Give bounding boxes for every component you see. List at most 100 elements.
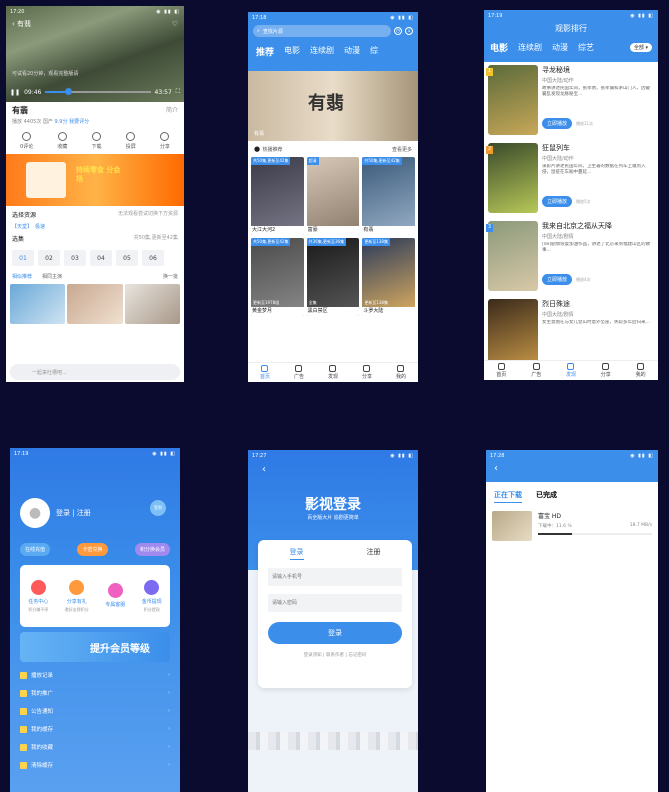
tab-downloading[interactable]: 正在下载 — [494, 490, 522, 503]
video-card[interactable]: 共36集,更新至36集 全集 黑白禁区 — [306, 238, 360, 316]
tab-same-cast[interactable]: 相同主演 — [42, 273, 62, 280]
rank-item[interactable]: 3 我来自北京之福从天降 中国大陆/剧情 [de]剧情恢复加油作品，讲述了北京来到福… — [484, 218, 658, 296]
video-card[interactable]: 超清 富豪 — [306, 157, 360, 235]
login-area[interactable]: ● 登录 | 注册 — [20, 498, 91, 528]
recharge-button[interactable]: 在线充值 — [20, 543, 51, 556]
nav-share[interactable]: 分享 — [362, 365, 372, 380]
video-card[interactable]: 共50集,更新至42集 大江大河2 — [251, 157, 304, 235]
share-gift[interactable]: 分享有礼 邀好友得积分 — [65, 579, 89, 613]
nav-ads[interactable]: 广告 — [531, 363, 541, 378]
episode-item[interactable]: 02 — [38, 250, 60, 266]
video-card[interactable]: 共50集,更新至42集 更新至1978组 黄金梦月 — [251, 238, 304, 316]
back-button[interactable]: ‹ — [262, 464, 266, 475]
video-player[interactable]: 17:20 ◉ ▮▮ ◧ ‹ 有翡 ♡ 可试看20分钟，观看完整版请 ❚❚ 09:… — [6, 6, 184, 102]
episode-item[interactable]: 06 — [142, 250, 164, 266]
heart-icon[interactable]: ♡ — [172, 20, 178, 28]
tab-series[interactable]: 连续剧 — [518, 42, 542, 53]
more-link[interactable]: 查看更多 — [392, 146, 412, 153]
nav-home[interactable]: 首页 — [260, 365, 270, 380]
recommend-poster[interactable] — [124, 284, 180, 324]
pause-icon[interactable]: ❚❚ — [10, 89, 20, 96]
download-item[interactable]: 富宝 HD 下载中：11.6 % 18.7 MB/s — [486, 507, 658, 545]
comment-input[interactable]: 一起来吐槽吧... — [10, 364, 180, 380]
episode-item[interactable]: 04 — [90, 250, 112, 266]
episode-item[interactable]: 05 — [116, 250, 138, 266]
play-button[interactable]: 立即播放 — [542, 274, 573, 285]
refresh-button[interactable]: 换一批 — [163, 273, 178, 280]
tab-variety[interactable]: 综 — [370, 45, 378, 58]
coin-withdraw[interactable]: 金币提现 积分提现 — [142, 579, 162, 613]
comment-button[interactable]: 0评论 — [20, 132, 33, 150]
play-button[interactable]: 立即播放 — [542, 118, 573, 129]
tab-movie[interactable]: 电影 — [284, 45, 300, 58]
download-button[interactable]: 下载 — [92, 132, 102, 150]
cache-icon — [20, 725, 27, 733]
tab-series[interactable]: 连续剧 — [310, 45, 334, 58]
vip-upgrade-banner[interactable]: 提升会员等级 — [20, 632, 170, 662]
login-register-link[interactable]: 登录 | 注册 — [56, 508, 91, 518]
sign-in-button[interactable]: 签到 — [150, 500, 166, 516]
tab-anime[interactable]: 动漫 — [552, 42, 568, 53]
tab-similar[interactable]: 相似推荐 — [12, 273, 32, 280]
login-button[interactable]: 登录 — [268, 622, 402, 644]
tab-login[interactable]: 登录 — [289, 547, 304, 560]
video-card[interactable]: 更新至138集 更新至138集 斗罗大陆 — [362, 238, 415, 316]
recommend-poster[interactable] — [67, 284, 123, 324]
nav-mine[interactable]: 我的 — [396, 365, 406, 380]
redeem-button[interactable]: 卡密兑换 — [77, 543, 108, 556]
cast-button[interactable]: 投屏 — [126, 132, 136, 150]
menu-notice[interactable]: 公告通知 › — [20, 702, 170, 720]
tab-anime[interactable]: 动漫 — [344, 45, 360, 58]
tab-recommend[interactable]: 推荐 — [256, 45, 274, 58]
menu-list: 播放记录 › 我的推广 › 公告通知 › 我的缓存 › 我的收藏 › 清除缓存 › — [20, 666, 170, 774]
intro-link[interactable]: 简介 — [166, 105, 178, 116]
task-center[interactable]: 任务中心 积分赚不停 — [28, 579, 48, 613]
nav-ads[interactable]: 广告 — [294, 365, 304, 380]
nav-share[interactable]: 分享 — [601, 363, 611, 378]
tab-register[interactable]: 注册 — [367, 547, 381, 560]
rate-link[interactable]: 我要评分 — [69, 119, 89, 125]
favorite-button[interactable]: 收藏 — [57, 132, 67, 150]
fullscreen-icon[interactable]: ⛶ — [176, 88, 180, 96]
source-option[interactable]: 【天堂】 极速 — [6, 223, 184, 230]
menu-play-history[interactable]: 播放记录 › — [20, 666, 170, 684]
user-icon — [637, 363, 645, 370]
nav-home[interactable]: 首页 — [496, 363, 506, 378]
back-button[interactable]: ‹ 有翡 — [12, 19, 31, 29]
rank-item[interactable]: 1 寻龙秘境 中国大陆/动作 故事讲述民国年间，张孝驹，张孝骥和茅山门人，因破襄乱发… — [484, 62, 658, 140]
back-button[interactable]: ‹ — [486, 461, 658, 476]
menu-clear-cache[interactable]: 清除缓存 › — [20, 756, 170, 774]
video-card[interactable]: 共50集,更新至42集 有翡 — [362, 157, 415, 235]
recommend-poster[interactable] — [10, 284, 66, 324]
episode-item[interactable]: 01 — [12, 250, 34, 266]
play-button[interactable]: 立即播放 — [542, 196, 573, 207]
download-icon[interactable]: ↓ — [405, 27, 413, 35]
menu-favorites[interactable]: 我的收藏 › — [20, 738, 170, 756]
points-vip-button[interactable]: 积分换会员 — [134, 543, 170, 556]
password-input[interactable] — [268, 594, 402, 612]
progress-knob[interactable] — [65, 88, 73, 95]
task-icon — [30, 579, 46, 595]
progress-bar[interactable] — [45, 88, 151, 95]
episodes-more[interactable]: 共50集,更新至42集 — [134, 234, 178, 243]
filter-dropdown[interactable]: 全部 ▾ — [629, 43, 652, 52]
tab-movie[interactable]: 电影 — [490, 41, 508, 54]
menu-promotion[interactable]: 我的推广 › — [20, 684, 170, 702]
login-links[interactable]: 登录须知 | 联系作者 | 忘记密码 — [258, 652, 412, 658]
ad-banner[interactable]: 持续零食 分会场 — [6, 154, 184, 206]
episode-item[interactable]: 03 — [64, 250, 86, 266]
search-input[interactable]: ⌕ 查找片源 — [253, 25, 391, 37]
poster — [488, 65, 538, 135]
share-button[interactable]: 分享 — [160, 132, 170, 150]
tab-completed[interactable]: 已完成 — [536, 490, 557, 503]
history-icon[interactable]: ◷ — [394, 27, 402, 35]
rank-item[interactable]: 2 狂鼠列车 中国大陆/动作 谍影片讲述民国年间，卫生署的数据在列车上遭到入侵，鼠疫… — [484, 140, 658, 218]
customer-service[interactable]: 专属客服 — [105, 582, 125, 610]
menu-cache[interactable]: 我的缓存 › — [20, 720, 170, 738]
nav-discover[interactable]: 发现 — [566, 363, 576, 378]
phone-input[interactable] — [268, 568, 402, 586]
tab-variety[interactable]: 综艺 — [578, 42, 594, 53]
nav-mine[interactable]: 我的 — [636, 363, 646, 378]
nav-discover[interactable]: 发现 — [328, 365, 338, 380]
hero-banner[interactable]: 有翡 有翡 — [248, 71, 418, 141]
